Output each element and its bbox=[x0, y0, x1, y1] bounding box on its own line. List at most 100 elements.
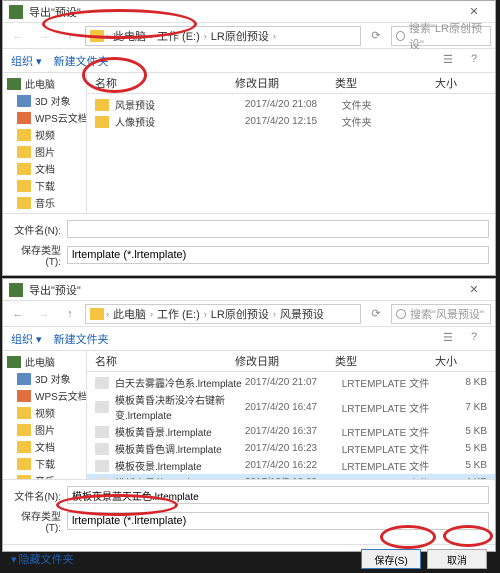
file-date: 2017/4/20 16:47 bbox=[245, 402, 342, 413]
column-headers[interactable]: 名称 修改日期 类型 大小 bbox=[87, 351, 495, 372]
toolbar: 组织 ▾ 新建文件夹 ☰ ? bbox=[3, 327, 495, 351]
file-date: 2017/4/20 16:37 bbox=[245, 426, 342, 437]
sidebar-item[interactable]: 桌面 bbox=[3, 211, 86, 213]
app-icon bbox=[9, 5, 23, 19]
cancel-button[interactable]: 取消 bbox=[427, 549, 487, 569]
sidebar-item[interactable]: 视频 bbox=[3, 404, 86, 421]
save-button[interactable]: 保存(S) bbox=[361, 549, 421, 569]
sidebar-item-label: 3D 对象 bbox=[35, 93, 71, 108]
sidebar-item[interactable]: 音乐 bbox=[3, 194, 86, 211]
file-icon bbox=[95, 401, 109, 413]
back-button[interactable]: ← bbox=[7, 303, 29, 325]
search-input[interactable]: 搜索"风景预设" bbox=[391, 304, 491, 324]
file-name: 模板夜景蓝天正色.lrtemplate bbox=[115, 475, 245, 479]
sidebar-item[interactable]: 文档 bbox=[3, 438, 86, 455]
filename-label: 文件名(N): bbox=[9, 222, 61, 237]
filename-input[interactable] bbox=[67, 220, 489, 238]
file-name: 模板黄昏景.lrtemplate bbox=[115, 424, 245, 439]
file-name: 白天去雾霾冷色系.lrtemplate bbox=[115, 375, 245, 390]
file-area: 名称 修改日期 类型 大小 风景预设2017/4/20 21:08文件夹人像预设… bbox=[87, 73, 495, 213]
sidebar-item[interactable]: 3D 对象 bbox=[3, 92, 86, 109]
sidebar-item[interactable]: 下载 bbox=[3, 455, 86, 472]
file-size: 7 KB bbox=[439, 402, 487, 413]
sidebar-item-label: 桌面 bbox=[35, 212, 55, 213]
organize-button[interactable]: 组织 ▾ bbox=[11, 53, 42, 69]
back-button[interactable]: ← bbox=[7, 25, 29, 47]
navbar: ← → ↑ ›此电脑 ›工作 (E:) ›LR原创预设 ›风景预设 ⟳ 搜索"风… bbox=[3, 301, 495, 327]
up-button[interactable]: ↑ bbox=[59, 303, 81, 325]
breadcrumb[interactable]: ›此电脑 ›工作 (E:) ›LR原创预设 ›风景预设 bbox=[85, 304, 361, 324]
breadcrumb[interactable]: ›此电脑 ›工作 (E:) ›LR原创预设 › bbox=[85, 26, 361, 46]
sidebar-item[interactable]: 图片 bbox=[3, 421, 86, 438]
forward-button[interactable]: → bbox=[33, 25, 55, 47]
file-row[interactable]: 模板黄昏色调.lrtemplate2017/4/20 16:23LRTEMPLA… bbox=[87, 440, 495, 457]
navbar: ← → ↑ ›此电脑 ›工作 (E:) ›LR原创预设 › ⟳ 搜索"LR原创预… bbox=[3, 23, 495, 49]
file-type: LRTEMPLATE 文件 bbox=[342, 458, 439, 473]
sidebar-item[interactable]: WPS云文档 bbox=[3, 387, 86, 404]
sidebar-item-label: 音乐 bbox=[35, 473, 55, 479]
file-list: 风景预设2017/4/20 21:08文件夹人像预设2017/4/20 12:1… bbox=[87, 94, 495, 132]
sidebar-item-label: 3D 对象 bbox=[35, 371, 71, 386]
file-type: LRTEMPLATE 文件 bbox=[342, 375, 439, 390]
new-folder-button[interactable]: 新建文件夹 bbox=[54, 331, 109, 347]
refresh-button[interactable]: ⟳ bbox=[365, 303, 387, 325]
sidebar-item[interactable]: 此电脑 bbox=[3, 353, 86, 370]
filetype-label: 保存类型(T): bbox=[9, 242, 61, 268]
file-row[interactable]: 人像预设2017/4/20 12:15文件夹 bbox=[87, 113, 495, 130]
close-icon[interactable]: ✕ bbox=[459, 280, 489, 300]
search-icon bbox=[396, 31, 405, 41]
file-row[interactable]: 模板夜景.lrtemplate2017/4/20 16:22LRTEMPLATE… bbox=[87, 457, 495, 474]
sidebar-item-label: 文档 bbox=[35, 439, 55, 454]
refresh-button[interactable]: ⟳ bbox=[365, 25, 387, 47]
sidebar: 此电脑3D 对象WPS云文档视频图片文档下载音乐桌面Windows8_OS游戏 … bbox=[3, 73, 87, 213]
sidebar-item[interactable]: 图片 bbox=[3, 143, 86, 160]
help-icon[interactable]: ? bbox=[471, 53, 487, 69]
column-headers[interactable]: 名称 修改日期 类型 大小 bbox=[87, 73, 495, 94]
sidebar-item-label: 文档 bbox=[35, 161, 55, 176]
footer: 文件名(N): 保存类型(T): lrtemplate (*.lrtemplat… bbox=[3, 479, 495, 544]
file-size: 4 KB bbox=[439, 477, 487, 479]
filetype-select[interactable]: lrtemplate (*.lrtemplate) bbox=[67, 512, 489, 530]
sidebar-item[interactable]: 下载 bbox=[3, 177, 86, 194]
sidebar-item[interactable]: 音乐 bbox=[3, 472, 86, 479]
view-icon[interactable]: ☰ bbox=[443, 53, 459, 69]
file-row[interactable]: 风景预设2017/4/20 21:08文件夹 bbox=[87, 96, 495, 113]
file-row[interactable]: 白天去雾霾冷色系.lrtemplate2017/4/20 21:07LRTEMP… bbox=[87, 374, 495, 391]
filetype-select[interactable]: lrtemplate (*.lrtemplate) bbox=[67, 246, 489, 264]
wps-icon bbox=[17, 390, 31, 402]
folder-icon bbox=[95, 99, 109, 111]
file-row[interactable]: 模板黄昏决断没冷右键新变.lrtemplate2017/4/20 16:47LR… bbox=[87, 391, 495, 423]
view-icon[interactable]: ☰ bbox=[443, 331, 459, 347]
sidebar-item-label: 此电脑 bbox=[25, 76, 55, 91]
filename-input[interactable] bbox=[67, 486, 489, 504]
fld-icon bbox=[17, 458, 31, 470]
file-list: 白天去雾霾冷色系.lrtemplate2017/4/20 21:07LRTEMP… bbox=[87, 372, 495, 479]
forward-button[interactable]: → bbox=[33, 303, 55, 325]
hide-folders-toggle[interactable]: ▾隐藏文件夹 bbox=[11, 551, 74, 567]
sidebar-item[interactable]: 文档 bbox=[3, 160, 86, 177]
file-name: 模板黄昏色调.lrtemplate bbox=[115, 441, 245, 456]
fld-icon bbox=[17, 407, 31, 419]
sidebar-item-label: 视频 bbox=[35, 405, 55, 420]
sidebar-item[interactable]: 3D 对象 bbox=[3, 370, 86, 387]
sidebar-item[interactable]: 视频 bbox=[3, 126, 86, 143]
folder-icon bbox=[90, 30, 104, 42]
file-row[interactable]: 模板夜景蓝天正色.lrtemplate2017/12/5 18:09LRTEMP… bbox=[87, 474, 495, 479]
close-icon[interactable]: ✕ bbox=[459, 2, 489, 22]
file-row[interactable]: 模板黄昏景.lrtemplate2017/4/20 16:37LRTEMPLAT… bbox=[87, 423, 495, 440]
file-size: 5 KB bbox=[439, 443, 487, 454]
sidebar-item[interactable]: WPS云文档 bbox=[3, 109, 86, 126]
organize-button[interactable]: 组织 ▾ bbox=[11, 331, 42, 347]
fld-icon bbox=[17, 129, 31, 141]
sidebar-item[interactable]: 此电脑 bbox=[3, 75, 86, 92]
new-folder-button[interactable]: 新建文件夹 bbox=[54, 53, 109, 69]
fld-icon bbox=[17, 441, 31, 453]
file-name: 模板黄昏决断没冷右键新变.lrtemplate bbox=[115, 392, 245, 422]
up-button[interactable]: ↑ bbox=[59, 25, 81, 47]
search-input[interactable]: 搜索"LR原创预设" bbox=[391, 26, 491, 46]
toolbar: 组织 ▾ 新建文件夹 ☰ ? bbox=[3, 49, 495, 73]
sidebar-item-label: 图片 bbox=[35, 144, 55, 159]
help-icon[interactable]: ? bbox=[471, 331, 487, 347]
file-icon bbox=[95, 443, 109, 455]
window-title: 导出"预设" bbox=[29, 4, 459, 20]
